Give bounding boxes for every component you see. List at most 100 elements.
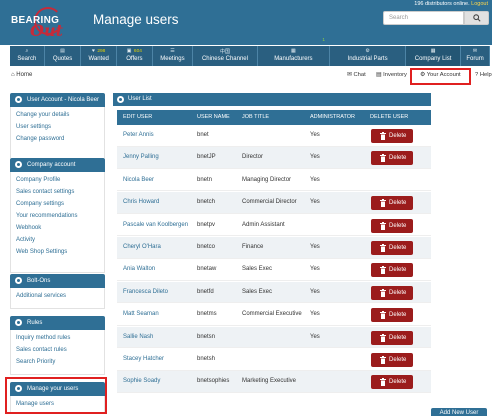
nav-item-meetings[interactable]: ☰ Meetings xyxy=(153,46,194,66)
user-list-icon xyxy=(117,96,124,103)
your-account-highlight xyxy=(410,68,471,85)
delete-user-button[interactable]: Delete xyxy=(371,241,413,255)
help-link[interactable]: ? Help xyxy=(475,72,492,78)
bolt-ons-icon xyxy=(15,277,22,284)
user-icon xyxy=(15,96,22,103)
chat-label: Chat xyxy=(353,72,366,78)
chat-link[interactable]: ✉ Chat xyxy=(347,72,366,78)
edit-user-link[interactable]: Francesca Dileto xyxy=(123,282,168,303)
sidebar-link-activity[interactable]: Activity xyxy=(16,234,104,246)
delete-user-button[interactable]: Delete xyxy=(371,353,413,367)
job-title-cell: Sales Exec xyxy=(242,266,273,273)
company-account-panel: Company account Company Profile Sales con… xyxy=(10,158,105,273)
delete-user-button[interactable]: Delete xyxy=(371,330,413,345)
wanted-icon: ♥ 298 xyxy=(91,48,106,54)
sidebar-link-search-priority[interactable]: Search Priority xyxy=(16,356,104,368)
delete-user-button[interactable]: Delete xyxy=(371,263,413,278)
delete-user-button[interactable]: Delete xyxy=(371,308,413,323)
industrial-parts-icon: ⚙ xyxy=(365,48,370,54)
nav-item-company-list[interactable]: ▦ Company List xyxy=(406,46,462,66)
home-link[interactable]: Home xyxy=(16,72,32,78)
job-title-cell: Director xyxy=(242,154,264,161)
edit-user-link[interactable]: Nicola Beer xyxy=(123,170,154,191)
nav-item-industrial-parts[interactable]: ⚙ Industrial Parts xyxy=(330,46,407,66)
nav-label: Industrial Parts xyxy=(347,56,388,62)
trash-icon xyxy=(380,132,386,140)
edit-user-link[interactable]: Sallie Nash xyxy=(123,327,153,348)
trash-icon xyxy=(380,333,386,342)
sidebar-link-change-your-details[interactable]: Change your details xyxy=(16,109,104,121)
sidebar-link-company-profile[interactable]: Company Profile xyxy=(16,174,104,186)
sidebar-link-additional-services[interactable]: Additional services xyxy=(16,290,104,302)
user-name-cell: bnetco xyxy=(197,244,216,250)
edit-user-link[interactable]: Chris Howard xyxy=(123,192,159,213)
delete-user-button[interactable]: Delete xyxy=(371,151,413,166)
job-title-cell: Managing Director xyxy=(242,176,292,183)
delete-user-button[interactable]: Delete xyxy=(371,196,413,211)
sidebar-link-sales-contact-settings[interactable]: Sales contact settings xyxy=(16,186,104,198)
user-account-header: User Account - Nicola Beer xyxy=(10,93,105,107)
trash-icon xyxy=(380,244,386,252)
sidebar-link-change-password[interactable]: Change password xyxy=(16,133,104,145)
inventory-link[interactable]: ▤ Inventory xyxy=(376,72,407,78)
nav-label: Meetings xyxy=(160,56,185,62)
sidebar-link-inquiry-method-rules[interactable]: Inquiry method rules xyxy=(16,332,104,344)
delete-user-button[interactable]: Delete xyxy=(371,129,413,143)
delete-user-button[interactable]: Delete xyxy=(371,285,413,300)
table-row: Nicola Beer bnetn Managing Director Yes xyxy=(117,170,431,192)
inventory-label: Inventory xyxy=(383,72,407,78)
nav-label: Forum xyxy=(466,56,484,62)
user-name-cell: bnetsophies xyxy=(197,378,230,385)
trash-icon xyxy=(380,266,386,275)
sidebar-link-sales-contact-rules[interactable]: Sales contact rules xyxy=(16,344,104,356)
table-row: Jenny Palling bnetJP Director Yes Delete xyxy=(117,147,431,169)
user-name-cell: bnetaw xyxy=(197,266,217,273)
rules-icon xyxy=(15,319,22,326)
administrator-cell: Yes xyxy=(310,176,320,183)
nav-label: Search xyxy=(17,56,37,62)
trash-icon xyxy=(380,288,386,297)
administrator-cell: Yes xyxy=(310,154,320,161)
sidebar-link-web-shop-settings[interactable]: Web Shop Settings xyxy=(16,246,104,258)
sidebar-link-webhook[interactable]: Webhook xyxy=(16,222,104,234)
edit-user-link[interactable]: Ania Walton xyxy=(123,259,155,280)
edit-user-link[interactable]: Peter Annis xyxy=(123,125,154,146)
nav-item-wanted[interactable]: ♥ 298 Wanted xyxy=(81,46,118,66)
nav-item-search[interactable]: ⌕ Search xyxy=(10,46,45,66)
bolt-ons-header: Bolt-Ons xyxy=(10,274,105,288)
administrator-cell: Yes xyxy=(310,288,320,295)
site-logo[interactable]: BEARING Out xyxy=(8,5,80,43)
nav-item-offers[interactable]: ▣ 604 Offers xyxy=(117,46,153,66)
delete-user-button[interactable]: Delete xyxy=(371,375,413,390)
edit-user-link[interactable]: Sophie Soady xyxy=(123,371,160,392)
nav-item-quotes[interactable]: ▤ Quotes xyxy=(45,46,82,66)
sidebar-link-user-settings[interactable]: User settings xyxy=(16,121,104,133)
search-input[interactable]: Search xyxy=(383,11,464,25)
administrator-cell: Yes xyxy=(310,266,320,273)
meetings-icon: ☰ xyxy=(170,48,175,54)
search-button[interactable] xyxy=(464,11,489,25)
nav-label: Company List xyxy=(414,56,452,62)
job-title-cell: Commercial Director xyxy=(242,199,297,206)
nav-item-manufacturers[interactable]: ▦ 1 Manufacturers xyxy=(258,38,330,66)
company-icon xyxy=(15,161,22,168)
sidebar-link-company-settings[interactable]: Company settings xyxy=(16,198,104,210)
site-header: BEARING Out Manage users 196 distributor… xyxy=(0,0,492,45)
edit-user-link[interactable]: Matt Seaman xyxy=(123,304,159,325)
chinese-channel-icon: 中国 xyxy=(219,49,230,55)
rules-header: Rules xyxy=(10,316,105,330)
logout-link[interactable]: Logout xyxy=(471,1,488,7)
edit-user-link[interactable]: Jenny Palling xyxy=(123,147,159,168)
edit-user-link[interactable]: Stacey Hatcher xyxy=(123,349,164,370)
edit-user-link[interactable]: Cheryl O'Hara xyxy=(123,237,161,258)
nav-item-forum[interactable]: ✉ Forum xyxy=(461,46,490,66)
edit-user-link[interactable]: Pascale van Koolbergen xyxy=(123,215,188,236)
user-name-cell: bnetfd xyxy=(197,288,214,295)
home-icon: ⌂ xyxy=(11,72,15,78)
nav-item-chinese-channel[interactable]: 中国 Chinese Channel xyxy=(193,46,258,66)
delete-user-button[interactable]: Delete xyxy=(371,218,413,233)
sidebar-link-your-recommendations[interactable]: Your recommendations xyxy=(16,210,104,222)
main-nav: ⌕ Search ▤ Quotes ♥ 298 Wanted ▣ 604 Offers ☰ Mee… xyxy=(10,38,490,66)
add-new-user-button[interactable]: Add New User xyxy=(431,408,487,416)
breadcrumb-home[interactable]: ⌂ Home xyxy=(11,72,32,78)
